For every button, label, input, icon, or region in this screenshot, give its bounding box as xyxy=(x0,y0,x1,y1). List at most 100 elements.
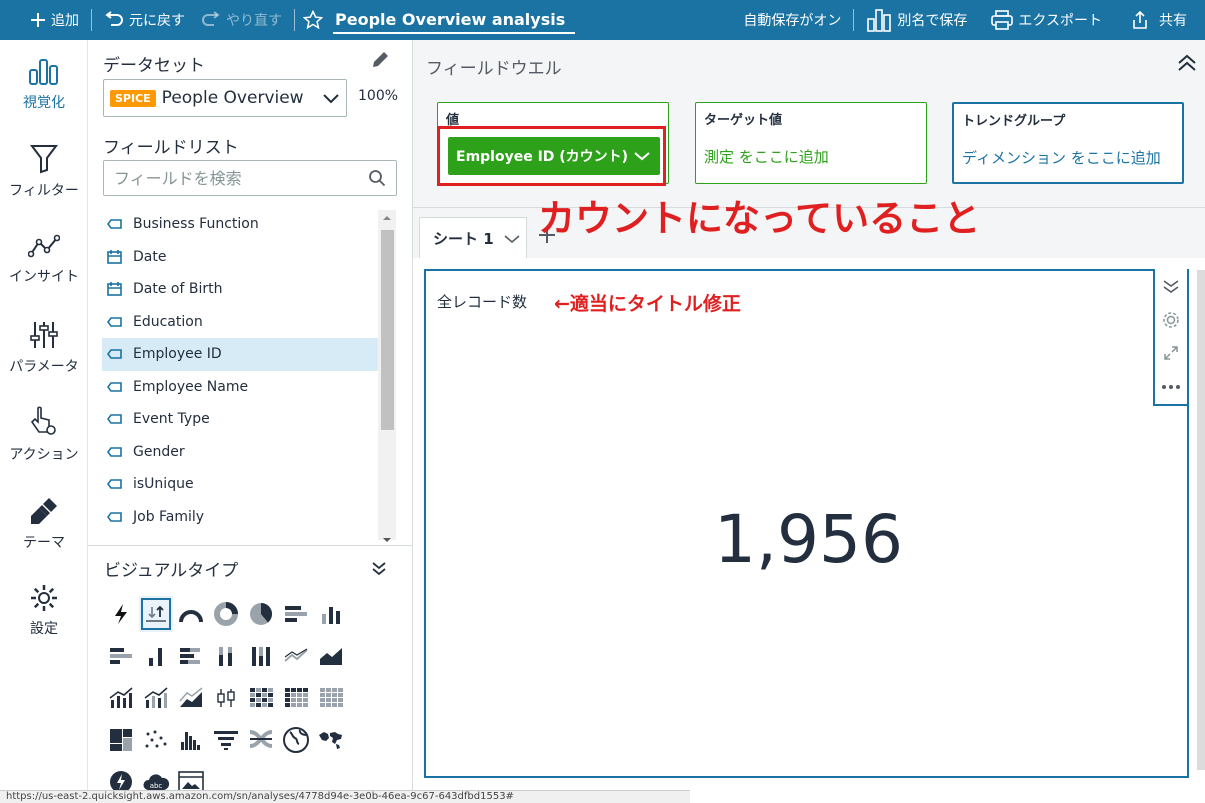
scatter-icon xyxy=(145,730,167,748)
field-item[interactable]: Job Family xyxy=(102,501,378,534)
field-item-label: Employee ID xyxy=(133,346,222,363)
dimension-tag-icon xyxy=(107,316,122,327)
pencil-icon xyxy=(373,52,388,67)
svg-text:abc: abc xyxy=(150,782,163,790)
collapse-field-wells-button[interactable] xyxy=(1177,54,1197,76)
visual-type-gauge[interactable] xyxy=(174,596,208,632)
visual-type-box-plot[interactable] xyxy=(209,680,243,716)
visual-collapse-button[interactable] xyxy=(1154,269,1188,303)
visual-type-scatter[interactable] xyxy=(139,722,173,758)
search-icon[interactable] xyxy=(368,169,386,187)
field-item[interactable]: Date xyxy=(102,241,378,274)
field-item-label: Education xyxy=(133,313,203,330)
nav-insights-label: インサイト xyxy=(9,269,79,285)
tab-sheet-1[interactable]: シート 1 xyxy=(419,217,527,259)
visual-type-area[interactable] xyxy=(174,680,208,716)
visual-type-table[interactable] xyxy=(314,680,348,716)
target-value-well[interactable]: ターゲット値 測定 をここに追加 xyxy=(695,102,927,184)
visual-type-clustered-bar[interactable] xyxy=(104,638,138,674)
visual-format-button[interactable] xyxy=(1154,303,1188,337)
save-as-button[interactable]: 別名で保存 xyxy=(858,0,975,40)
filter-icon xyxy=(30,145,58,174)
visual-type-kpi[interactable] xyxy=(139,596,173,632)
visual-type-area-line[interactable] xyxy=(314,638,348,674)
field-item[interactable]: Event Type xyxy=(102,403,378,436)
visual-type-stacked-column[interactable] xyxy=(209,638,243,674)
visual-type-horizontal-bar[interactable] xyxy=(279,596,313,632)
kpi-visual[interactable]: 全レコード数 1,956 xyxy=(424,269,1189,778)
field-item[interactable]: Business Function xyxy=(102,208,378,241)
visual-type-map[interactable] xyxy=(279,722,313,758)
calendar-icon xyxy=(107,282,122,297)
scroll-up-icon[interactable] xyxy=(378,212,396,224)
share-button[interactable]: 共有 xyxy=(1124,0,1205,40)
main-scrollbar[interactable] xyxy=(1197,270,1205,770)
edit-dataset-button[interactable] xyxy=(370,50,390,74)
visual-type-sankey[interactable] xyxy=(244,722,278,758)
collapse-visual-types-button[interactable] xyxy=(371,560,387,580)
nav-themes[interactable]: テーマ xyxy=(0,496,88,552)
redo-button[interactable]: やり直す xyxy=(193,0,290,40)
undo-icon xyxy=(105,11,123,26)
field-item[interactable]: Employee ID xyxy=(102,338,378,371)
field-search-input[interactable] xyxy=(114,168,368,188)
visual-type-funnel[interactable] xyxy=(209,722,243,758)
save-as-label: 別名で保存 xyxy=(897,13,968,29)
nav-actions[interactable]: アクション xyxy=(0,406,88,464)
toolbar-right: 自動保存がオン 別名で保存 エクスポート 共有 xyxy=(735,0,1205,40)
nav-parameters[interactable]: パラメータ xyxy=(0,320,88,376)
share-label: 共有 xyxy=(1159,13,1187,29)
kpi-icon xyxy=(146,605,166,622)
visual-type-line[interactable] xyxy=(279,638,313,674)
visual-type-stacked-bar[interactable] xyxy=(174,638,208,674)
field-item[interactable]: Date of Birth xyxy=(102,273,378,306)
stacked-100-column-icon xyxy=(252,647,270,666)
add-button[interactable]: 追加 xyxy=(0,0,87,40)
visual-more-button[interactable] xyxy=(1154,370,1188,404)
field-list-scrollbar[interactable] xyxy=(378,210,396,542)
field-item[interactable]: isUnique xyxy=(102,468,378,501)
autosave-toggle[interactable]: 自動保存がオン xyxy=(735,0,849,40)
annotation-count-note: カウントになっていること xyxy=(538,197,981,240)
add-label: 追加 xyxy=(51,13,79,29)
visual-type-filled-map[interactable] xyxy=(314,722,348,758)
visual-type-vertical-bar[interactable] xyxy=(314,596,348,632)
dataset-select[interactable]: SPICE People Overview xyxy=(103,79,347,117)
heat-map-icon xyxy=(250,688,273,707)
trend-group-well[interactable]: トレンドグループ ディメンション をここに追加 xyxy=(952,102,1184,184)
visual-type-donut[interactable] xyxy=(209,596,243,632)
share-icon xyxy=(1133,11,1147,29)
visual-type-combo-stacked[interactable] xyxy=(139,680,173,716)
undo-button[interactable]: 元に戻す xyxy=(96,0,193,40)
field-item[interactable]: Employee Name xyxy=(102,371,378,404)
field-list: Business Function Date Date of Birth Educat… xyxy=(102,208,378,533)
visual-type-clustered-column[interactable] xyxy=(139,638,173,674)
nav-visualize[interactable]: 視覚化 xyxy=(0,58,88,112)
dimension-tag-icon xyxy=(107,511,122,522)
visual-type-tree-map[interactable] xyxy=(104,722,138,758)
visual-type-combo-bar-line[interactable] xyxy=(104,680,138,716)
plus-icon xyxy=(31,13,45,27)
field-item[interactable]: Education xyxy=(102,306,378,339)
dimension-tag-icon xyxy=(107,381,122,392)
export-button[interactable]: エクスポート xyxy=(983,0,1110,40)
field-item[interactable]: Gender xyxy=(102,436,378,469)
line-chart-icon xyxy=(284,648,308,662)
visual-type-autograph[interactable] xyxy=(104,596,138,632)
visual-type-pie[interactable] xyxy=(244,596,278,632)
favorite-button[interactable] xyxy=(299,0,327,40)
scroll-thumb[interactable] xyxy=(381,230,394,430)
analysis-title-input[interactable] xyxy=(333,6,575,34)
nav-settings[interactable]: 設定 xyxy=(0,584,88,638)
visual-title[interactable]: 全レコード数 xyxy=(437,291,527,312)
chevron-down-icon[interactable] xyxy=(504,234,520,244)
visual-type-histogram[interactable] xyxy=(174,722,208,758)
nav-filter[interactable]: フィルター xyxy=(0,144,88,200)
visual-type-heat-map[interactable] xyxy=(244,680,278,716)
nav-insights[interactable]: インサイト xyxy=(0,234,88,286)
visual-type-stacked-100-column[interactable] xyxy=(244,638,278,674)
visual-type-pivot-table[interactable] xyxy=(279,680,313,716)
vertical-bar-icon xyxy=(322,607,340,624)
world-map-icon xyxy=(319,732,342,749)
visual-expand-button[interactable] xyxy=(1154,337,1188,371)
